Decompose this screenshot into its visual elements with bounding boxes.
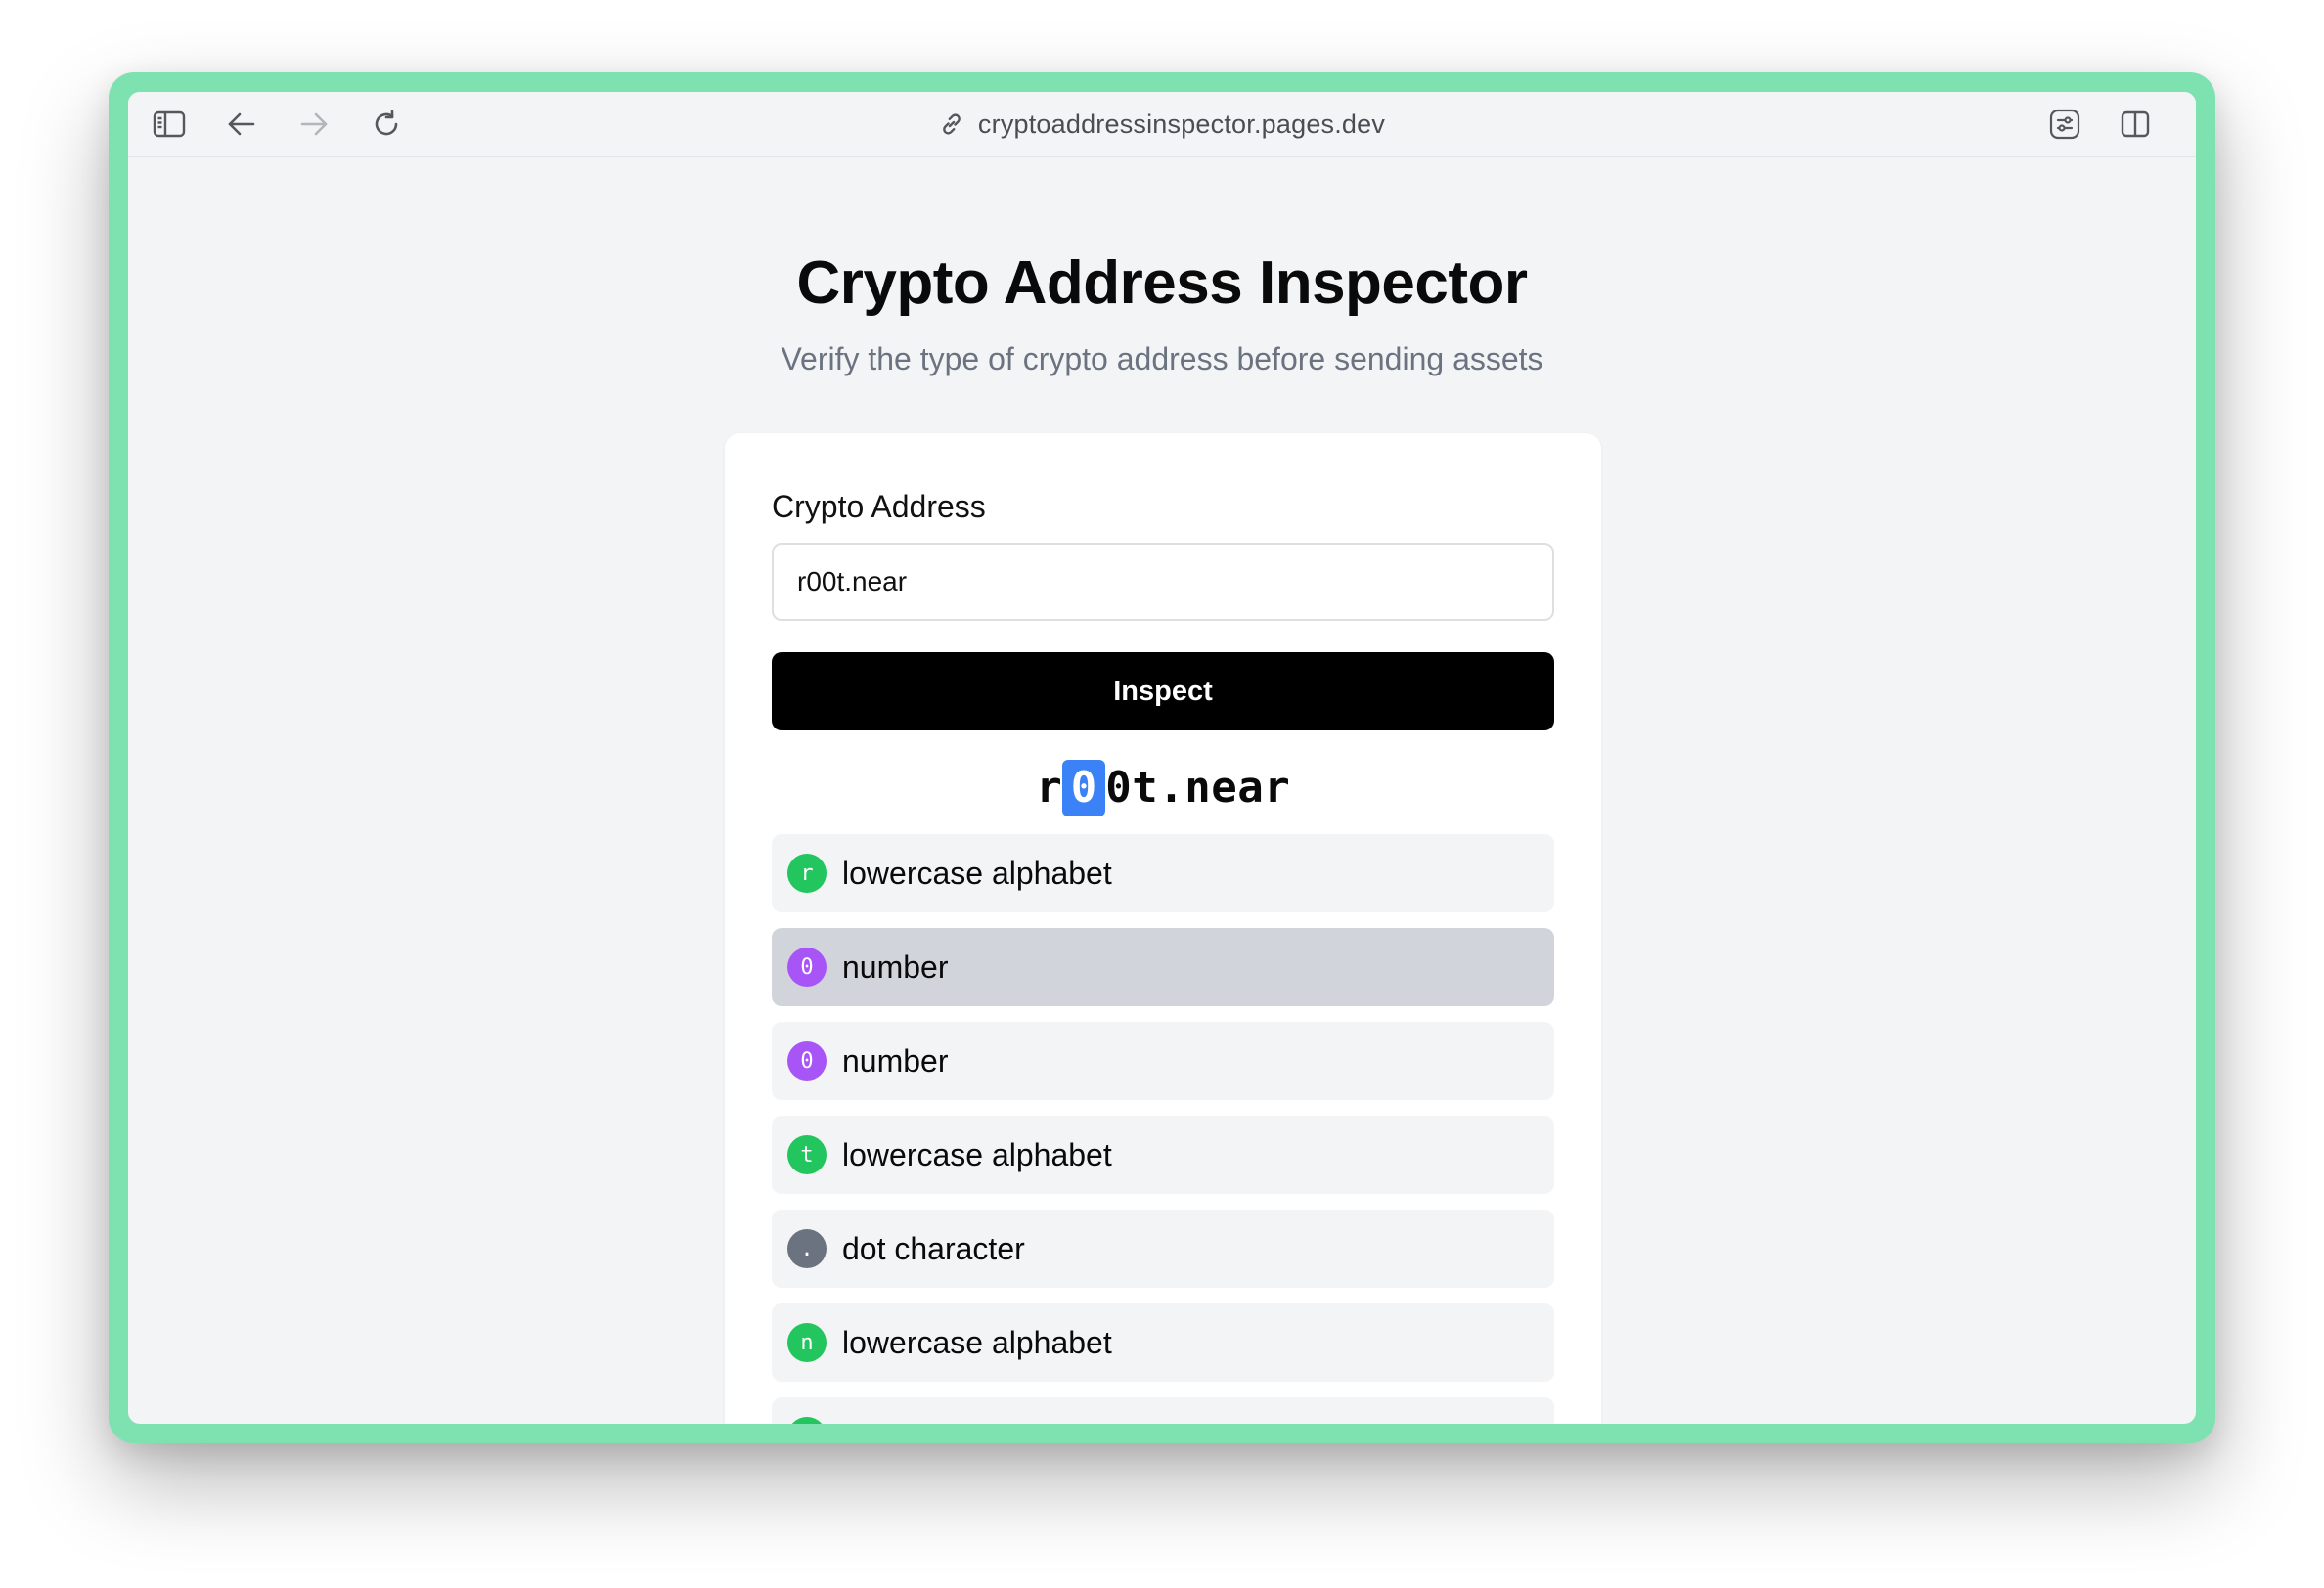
- char-type-label: number: [842, 948, 949, 985]
- char-row[interactable]: . dot character: [772, 1210, 1554, 1288]
- address-char: e: [1211, 763, 1237, 813]
- address-char: r: [1036, 763, 1062, 813]
- char-type-label: number: [842, 1042, 949, 1079]
- inspect-button[interactable]: Inspect: [772, 652, 1554, 730]
- char-badge: e: [787, 1417, 827, 1424]
- char-type-label: lowercase alphabet: [842, 1419, 1112, 1425]
- address-char: 0: [1105, 763, 1132, 813]
- inspector-card: Crypto Address Inspect r00t.near rlowerc…: [725, 433, 1601, 1424]
- char-badge: n: [787, 1323, 827, 1362]
- address-char: .: [1158, 763, 1184, 813]
- char-badge: .: [787, 1229, 827, 1268]
- char-type-label: lowercase alphabet: [842, 855, 1112, 891]
- char-type-label: dot character: [842, 1230, 1025, 1266]
- link-icon: [939, 111, 964, 137]
- address-display: r00t.near: [725, 758, 1601, 818]
- page-subtitle: Verify the type of crypto address before…: [781, 341, 1543, 376]
- browser-toolbar: cryptoaddressinspector.pages.dev: [128, 92, 2196, 157]
- char-badge: 0: [787, 1041, 827, 1081]
- url-text[interactable]: cryptoaddressinspector.pages.dev: [978, 110, 1385, 140]
- character-list: r lowercase alphabet 0 number 0 number t lowerc…: [772, 834, 1554, 1424]
- address-char: r: [1264, 763, 1290, 813]
- address-char: n: [1184, 763, 1211, 813]
- reload-icon[interactable]: [369, 107, 404, 142]
- address-label: Crypto Address: [772, 489, 986, 524]
- sidebar-icon[interactable]: [152, 107, 187, 142]
- address-bar: cryptoaddressinspector.pages.dev: [128, 92, 2196, 156]
- highlighted-char: 0: [1062, 760, 1105, 816]
- char-row[interactable]: 0 number: [772, 1022, 1554, 1100]
- char-row[interactable]: e lowercase alphabet: [772, 1397, 1554, 1424]
- extension-icon[interactable]: [2047, 107, 2082, 142]
- window-frame: cryptoaddressinspector.pages.dev Crypto …: [109, 72, 2215, 1443]
- back-arrow-icon[interactable]: [224, 107, 259, 142]
- char-type-label: lowercase alphabet: [842, 1324, 1112, 1360]
- char-row[interactable]: n lowercase alphabet: [772, 1303, 1554, 1382]
- char-badge: 0: [787, 948, 827, 987]
- char-type-label: lowercase alphabet: [842, 1136, 1112, 1172]
- page-content: Crypto Address Inspector Verify the type…: [128, 157, 2196, 1424]
- char-row[interactable]: t lowercase alphabet: [772, 1116, 1554, 1194]
- address-input[interactable]: [772, 543, 1554, 621]
- address-char: t: [1132, 763, 1158, 813]
- page-title: Crypto Address Inspector: [796, 249, 1528, 317]
- char-badge: r: [787, 854, 827, 893]
- char-row[interactable]: 0 number: [772, 928, 1554, 1006]
- browser-window: cryptoaddressinspector.pages.dev Crypto …: [128, 92, 2196, 1424]
- address-char: a: [1237, 763, 1264, 813]
- char-badge: t: [787, 1135, 827, 1174]
- char-row[interactable]: r lowercase alphabet: [772, 834, 1554, 912]
- forward-arrow-icon[interactable]: [296, 107, 332, 142]
- split-view-icon[interactable]: [2118, 107, 2153, 142]
